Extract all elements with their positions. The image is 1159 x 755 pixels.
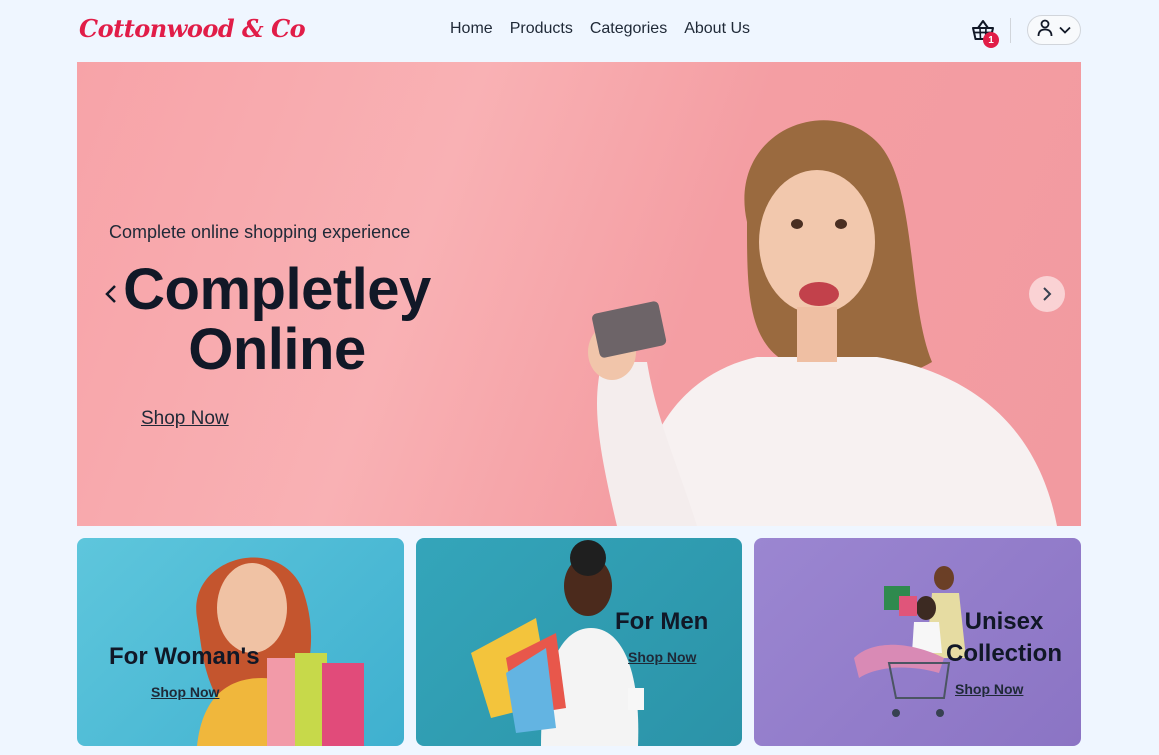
nav-products[interactable]: Products <box>510 20 573 38</box>
hero-title: Completley Online <box>123 257 431 382</box>
chevron-down-icon <box>1059 21 1071 39</box>
main-nav: Home Products Categories About Us <box>450 20 750 38</box>
brand-logo[interactable]: Cottonwood & Co <box>79 14 306 43</box>
user-icon <box>1037 19 1053 42</box>
card-title-men: For Men <box>615 608 709 635</box>
nav-categories[interactable]: Categories <box>590 20 667 38</box>
hero-subtitle: Complete online shopping experience <box>109 222 411 242</box>
header-divider <box>1010 18 1011 43</box>
user-menu-button[interactable] <box>1027 15 1081 45</box>
card-title-women: For Woman's <box>109 643 260 670</box>
card-men-shop-now-link[interactable]: Shop Now <box>628 649 696 665</box>
card-title-unisex: Unisex Collection <box>945 608 1062 667</box>
nav-about-us[interactable]: About Us <box>684 20 750 38</box>
nav-home[interactable]: Home <box>450 20 493 38</box>
hero-shop-now-link[interactable]: Shop Now <box>141 408 229 430</box>
card-unisex-shop-now-link[interactable]: Shop Now <box>955 681 1023 697</box>
category-card-men[interactable]: For Men Shop Now <box>416 538 742 746</box>
hero-model-image <box>588 120 1057 526</box>
category-card-unisex[interactable]: Unisex Collection Shop Now <box>754 538 1081 746</box>
men-model-image <box>471 540 644 746</box>
hero-banner: Complete online shopping experience Comp… <box>77 62 1081 526</box>
cart-count-badge: 1 <box>983 32 999 48</box>
category-card-women[interactable]: For Woman's Shop Now <box>77 538 404 746</box>
card-women-shop-now-link[interactable]: Shop Now <box>151 684 219 700</box>
site-header: Cottonwood & Co Home Products Categories… <box>77 0 1081 62</box>
chevron-right-icon[interactable] <box>1029 276 1065 312</box>
